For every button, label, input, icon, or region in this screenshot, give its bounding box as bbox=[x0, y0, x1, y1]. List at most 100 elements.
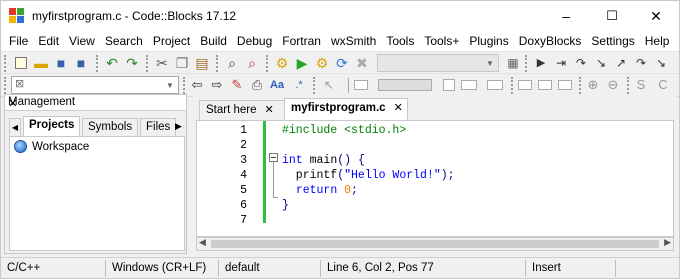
run-icon[interactable]: ▶ bbox=[294, 55, 310, 71]
scroll-left-icon[interactable]: ◀ bbox=[199, 237, 206, 248]
code-line[interactable]: 3 int main() { bbox=[197, 153, 673, 168]
menu-item-build[interactable]: Build bbox=[195, 31, 232, 51]
replace-icon[interactable]: ⌕ bbox=[244, 55, 260, 71]
target-options-icon[interactable]: ▦ bbox=[505, 55, 521, 71]
regex-icon[interactable]: .* bbox=[291, 77, 307, 93]
frame-icon[interactable] bbox=[461, 77, 477, 93]
box-icon[interactable] bbox=[517, 77, 533, 93]
symbol-combo[interactable]: ⊠ ▼ bbox=[11, 76, 179, 94]
toolbar-separator bbox=[146, 55, 149, 72]
copy-icon[interactable]: ❐ bbox=[174, 55, 190, 71]
menu-item-plugins[interactable]: Plugins bbox=[464, 31, 513, 51]
workspace-node[interactable]: Workspace bbox=[14, 140, 89, 153]
horizontal-scrollbar[interactable]: ◀ ▶ bbox=[196, 237, 674, 251]
tab-symbols[interactable]: Symbols bbox=[82, 118, 139, 136]
debug-start-icon[interactable]: ▶ bbox=[533, 55, 549, 71]
status-encoding: default bbox=[218, 260, 320, 277]
next-line-icon[interactable]: ↷ bbox=[573, 55, 589, 71]
toolbar-separator bbox=[266, 55, 269, 72]
toolbar-separator bbox=[627, 77, 630, 94]
close-tab-icon[interactable]: ✕ bbox=[394, 102, 403, 114]
zoom-in-icon[interactable]: ⊕ bbox=[585, 77, 601, 93]
scrollbar-thumb[interactable] bbox=[211, 240, 659, 248]
code-line[interactable]: 5 return 0; bbox=[197, 183, 673, 198]
line-number: 3 bbox=[240, 154, 247, 167]
code-line[interactable]: 6} bbox=[197, 198, 673, 213]
next-instruction-icon[interactable]: ↷ bbox=[633, 55, 649, 71]
tab-scroll-right-icon[interactable]: ▶ bbox=[175, 121, 182, 132]
find-icon[interactable]: ⌕ bbox=[224, 55, 240, 71]
box-icon[interactable] bbox=[537, 77, 553, 93]
menu-item-doxyblocks[interactable]: DoxyBlocks bbox=[514, 31, 587, 51]
scroll-right-icon[interactable]: ▶ bbox=[664, 237, 671, 248]
print-icon[interactable]: ⎙ bbox=[249, 77, 265, 93]
match-case-icon[interactable]: Aa bbox=[269, 77, 285, 93]
forward-arrow-icon[interactable]: ⇨ bbox=[209, 77, 225, 93]
toolbar-grip[interactable] bbox=[4, 55, 7, 72]
image-tool-icon[interactable] bbox=[375, 77, 435, 93]
box-icon[interactable] bbox=[557, 77, 573, 93]
undo-icon[interactable]: ↶ bbox=[104, 55, 120, 71]
open-folder-icon[interactable]: ▬ bbox=[33, 55, 49, 71]
tab-scroll-left-icon[interactable]: ◀ bbox=[9, 118, 21, 136]
toolbar-separator bbox=[511, 77, 514, 94]
step-out-icon[interactable]: ↗ bbox=[613, 55, 629, 71]
code-editor[interactable]: 1 #include <stdio.h> 2 3 int main() {4 print… bbox=[196, 120, 674, 237]
menu-item-settings[interactable]: Settings bbox=[586, 31, 639, 51]
code-line[interactable]: 1 #include <stdio.h> bbox=[197, 123, 673, 138]
management-panel: Management ✕ ◀ Projects Symbols Files ▶ … bbox=[4, 94, 187, 254]
code-line[interactable]: 2 bbox=[197, 138, 673, 153]
menu-item-tools[interactable]: Tools+ bbox=[419, 31, 464, 51]
tab-myfirstprogram[interactable]: myfirstprogram.c ✕ bbox=[284, 98, 408, 121]
frame-icon[interactable] bbox=[487, 77, 503, 93]
management-tabs: ◀ Projects Symbols Files ▶ bbox=[9, 116, 185, 136]
code-line[interactable]: 7 bbox=[197, 213, 673, 228]
zoom-out-icon[interactable]: ⊖ bbox=[605, 77, 621, 93]
menu-item-project[interactable]: Project bbox=[148, 31, 195, 51]
close-button[interactable]: ✕ bbox=[633, 1, 679, 31]
menu-item-search[interactable]: Search bbox=[100, 31, 148, 51]
menu-item-help[interactable]: Help bbox=[640, 31, 675, 51]
minimize-button[interactable]: – bbox=[543, 1, 589, 31]
menu-item-wxsmith[interactable]: wxSmith bbox=[326, 31, 381, 51]
menu-item-file[interactable]: File bbox=[4, 31, 33, 51]
build-and-run-icon[interactable]: ⚙ bbox=[314, 55, 330, 71]
abort-icon[interactable]: ✖ bbox=[354, 55, 370, 71]
step-into-icon[interactable]: ↘ bbox=[593, 55, 609, 71]
maximize-button[interactable]: ☐ bbox=[589, 1, 635, 31]
run-to-cursor-icon[interactable]: ⇥ bbox=[553, 55, 569, 71]
close-tab-icon[interactable]: ✕ bbox=[265, 104, 274, 116]
s-tool-icon[interactable]: S bbox=[633, 77, 649, 93]
toolbar-separator bbox=[525, 55, 528, 72]
menu-item-debug[interactable]: Debug bbox=[232, 31, 277, 51]
tab-myfirstprogram-label: myfirstprogram.c bbox=[291, 102, 386, 114]
tab-projects[interactable]: Projects bbox=[23, 116, 81, 136]
build-gear-icon[interactable]: ⚙ bbox=[274, 55, 290, 71]
c-tool-icon[interactable]: C bbox=[655, 77, 671, 93]
status-mode: Insert bbox=[525, 260, 615, 277]
rebuild-icon[interactable]: ⟳ bbox=[334, 55, 350, 71]
save-all-icon[interactable]: ■ bbox=[73, 55, 89, 71]
menu-item-tools[interactable]: Tools bbox=[381, 31, 419, 51]
code-line[interactable]: 4 printf("Hello World!"); bbox=[197, 168, 673, 183]
line-number: 5 bbox=[240, 184, 247, 197]
tab-files[interactable]: Files bbox=[140, 118, 177, 136]
menu-item-view[interactable]: View bbox=[64, 31, 100, 51]
tab-start-here[interactable]: Start here ✕ bbox=[199, 100, 285, 121]
highlight-pen-icon[interactable]: ✎ bbox=[229, 77, 245, 93]
redo-icon[interactable]: ↷ bbox=[124, 55, 140, 71]
step-instruction-icon[interactable]: ↘ bbox=[653, 55, 669, 71]
paste-icon[interactable]: ▤ bbox=[194, 55, 210, 71]
new-file-icon[interactable] bbox=[13, 55, 29, 71]
cut-icon[interactable]: ✂ bbox=[154, 55, 170, 71]
rectangle-icon[interactable] bbox=[353, 77, 369, 93]
menu-item-edit[interactable]: Edit bbox=[33, 31, 64, 51]
back-arrow-icon[interactable]: ⇦ bbox=[189, 77, 205, 93]
management-close-icon[interactable]: ✕ bbox=[8, 96, 182, 110]
build-target-combo[interactable]: ▼ bbox=[377, 54, 499, 72]
toolbar-grip[interactable] bbox=[4, 77, 7, 94]
grid-icon[interactable] bbox=[441, 77, 457, 93]
pointer-icon[interactable]: ↖ bbox=[321, 77, 337, 93]
menu-item-fortran[interactable]: Fortran bbox=[277, 31, 326, 51]
save-icon[interactable]: ■ bbox=[53, 55, 69, 71]
